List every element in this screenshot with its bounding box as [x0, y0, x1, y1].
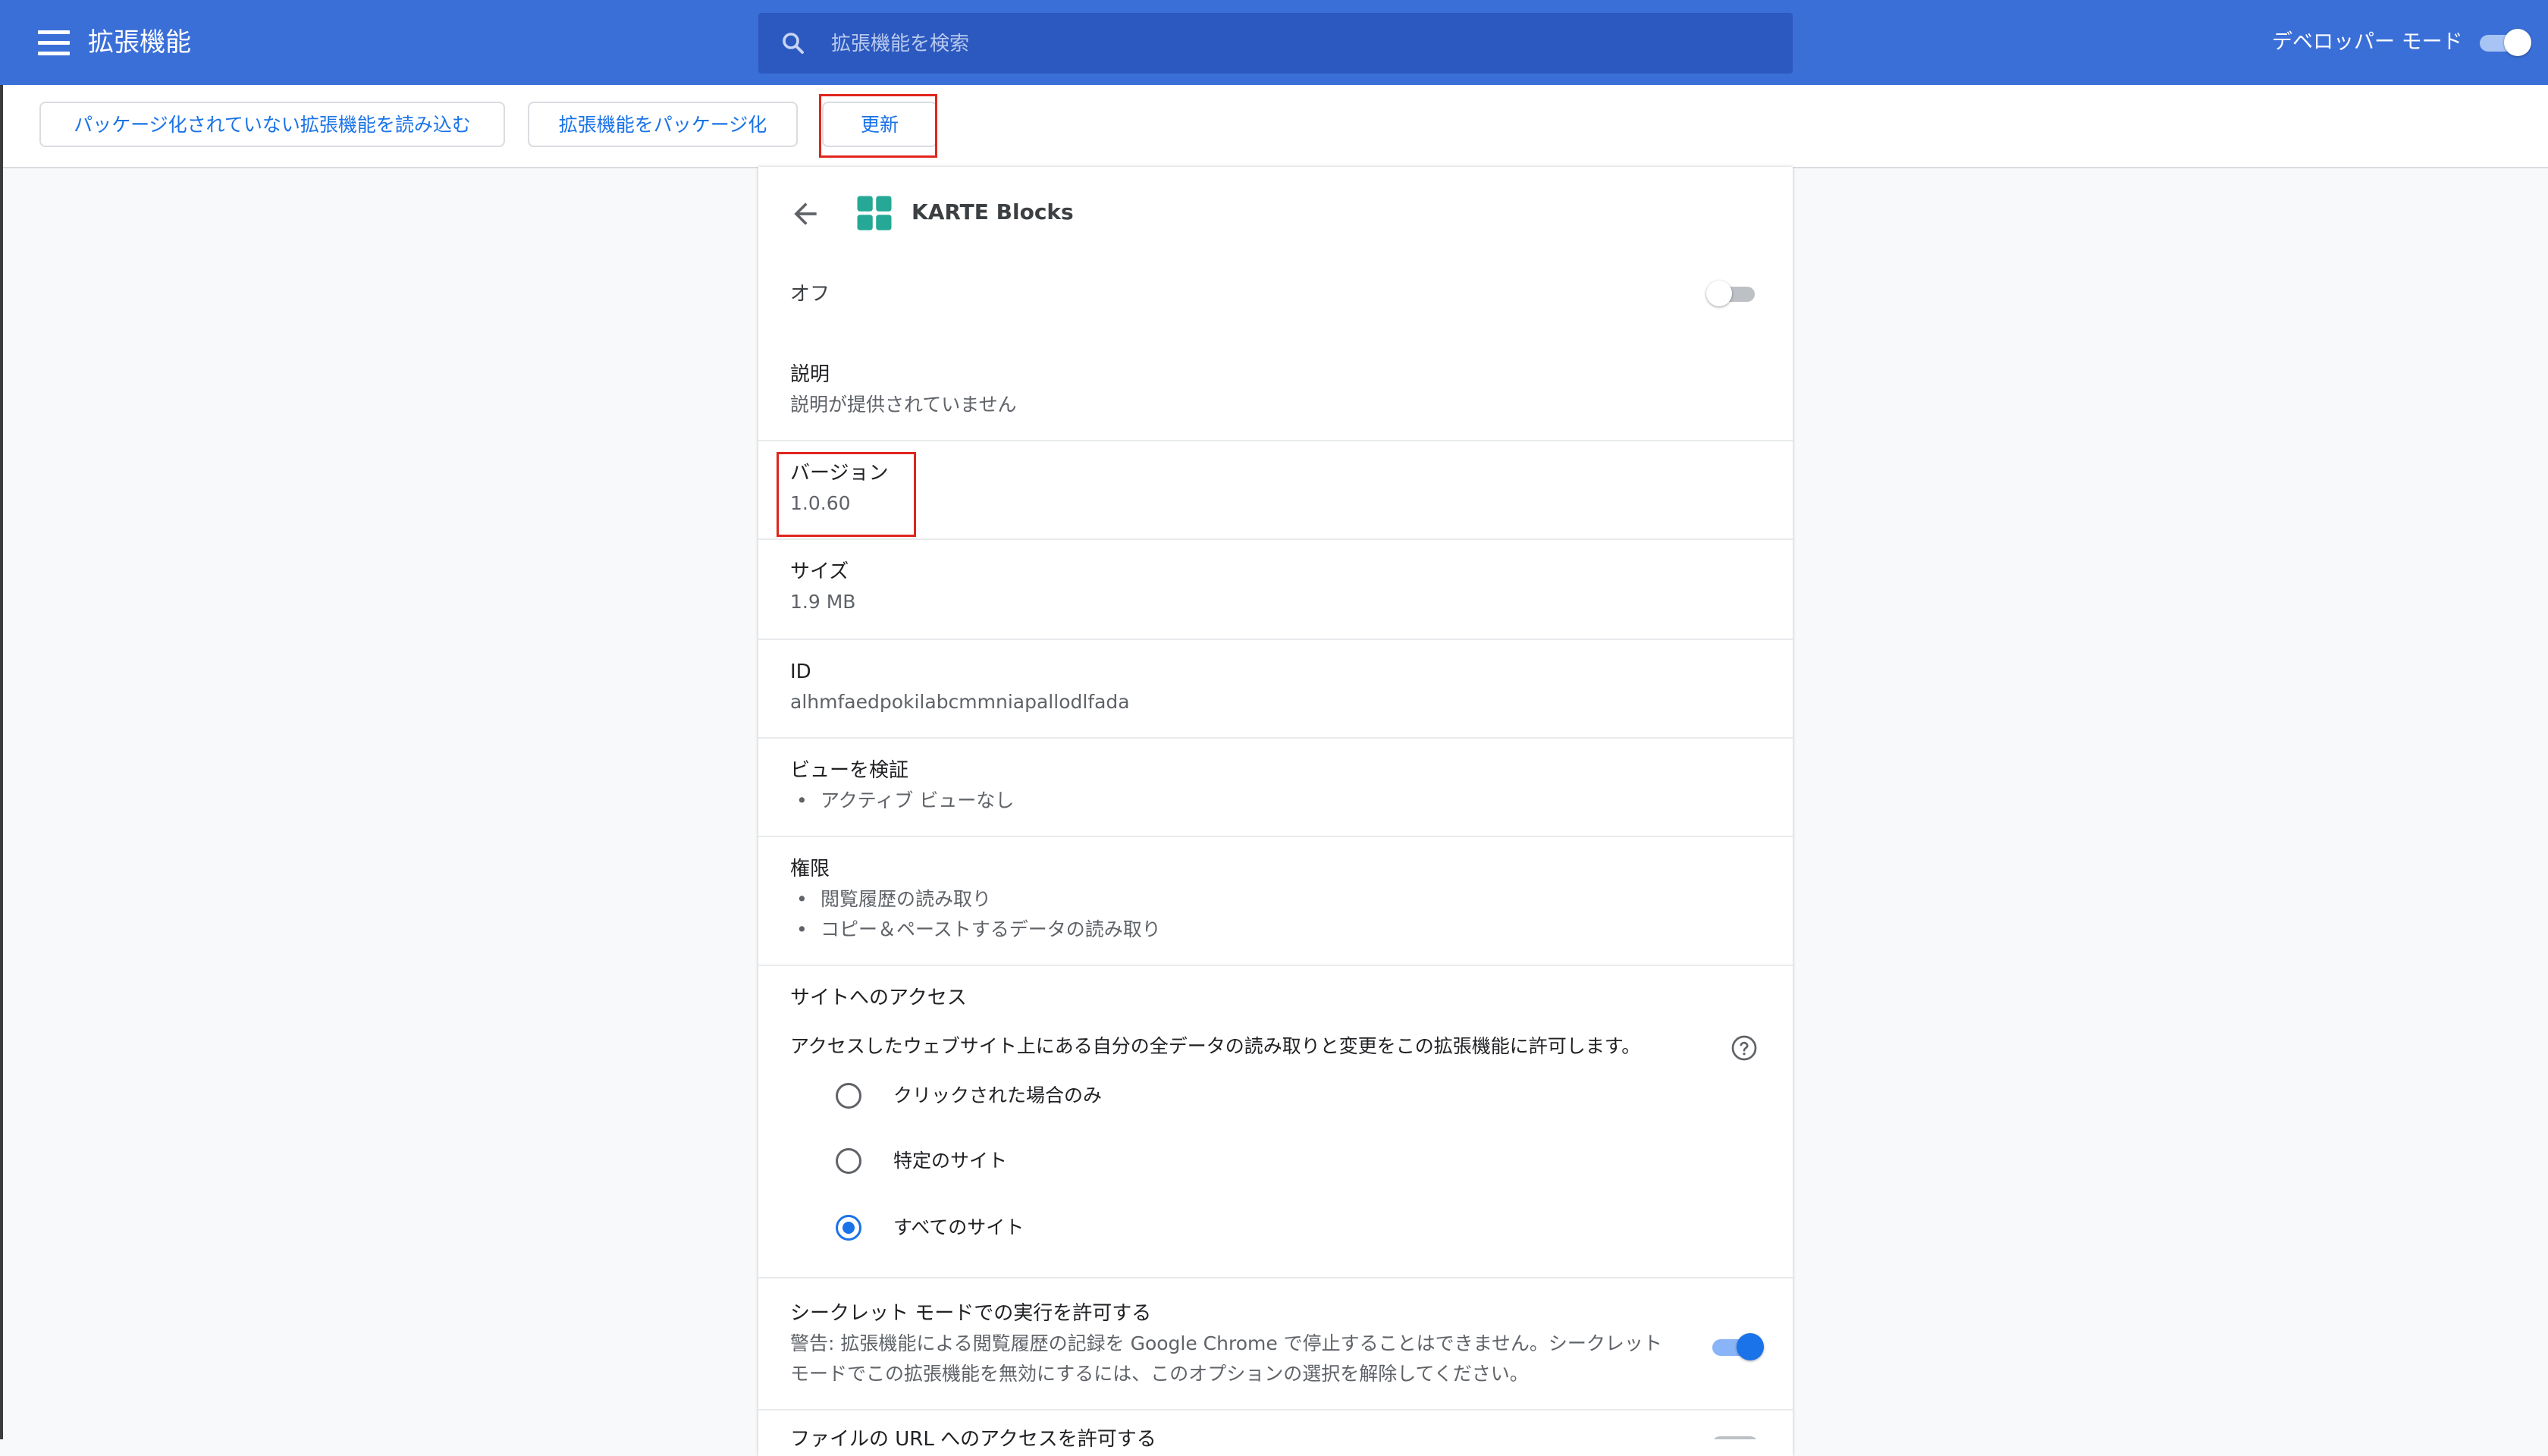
incognito-title: シークレット モードでの実行を許可する	[790, 1302, 1152, 1325]
load-unpacked-button[interactable]: パッケージ化されていない拡張機能を読み込む	[39, 102, 505, 147]
extension-enable-toggle[interactable]	[1706, 281, 1756, 306]
id-title: ID	[790, 661, 811, 683]
help-icon[interactable]	[1731, 1034, 1758, 1062]
toolbar: パッケージ化されていない拡張機能を読み込む 拡張機能をパッケージ化 更新	[3, 85, 2548, 168]
incognito-allow-toggle[interactable]	[1712, 1333, 1764, 1360]
back-arrow-icon[interactable]	[789, 197, 822, 231]
version-value: 1.0.60	[790, 492, 851, 514]
site-access-radio-specific-sites[interactable]	[836, 1148, 861, 1174]
inspect-views-title: ビューを検証	[790, 759, 909, 782]
divider	[758, 538, 1793, 540]
extension-name: KARTE Blocks	[912, 199, 1074, 224]
site-access-option-label: 特定のサイト	[893, 1150, 1008, 1172]
site-access-option-label: すべてのサイト	[893, 1216, 1025, 1238]
extension-detail-card: KARTE Blocks オフ 説明 説明が提供されていません バージョン 1.…	[758, 167, 1793, 1456]
pack-extension-button[interactable]: 拡張機能をパッケージ化	[528, 102, 798, 147]
divider	[758, 836, 1793, 837]
divider	[758, 1277, 1793, 1279]
divider	[758, 440, 1793, 441]
site-access-description: アクセスしたウェブサイト上にある自分の全データの読み取りと変更をこの拡張機能に許…	[790, 1035, 1641, 1057]
permission-item: コピー＆ペーストするデータの読み取り	[796, 915, 1161, 945]
divider	[758, 639, 1793, 640]
search-icon	[783, 33, 804, 54]
search-box[interactable]	[758, 13, 1793, 75]
search-input[interactable]	[830, 13, 1773, 75]
incognito-warning: モードでこの拡張機能を無効にするには、このオプションの選択を解除してください。	[790, 1363, 1529, 1385]
description-value: 説明が提供されていません	[790, 394, 1017, 416]
file-urls-title: ファイルの URL へのアクセスを許可する	[790, 1428, 1156, 1451]
permission-item: 閲覧履歴の読み取り	[796, 884, 991, 915]
site-access-option-label: クリックされた場合のみ	[893, 1084, 1103, 1106]
size-value: 1.9 MB	[790, 591, 856, 613]
site-access-radio-all-sites[interactable]	[836, 1215, 861, 1241]
developer-mode-toggle[interactable]	[2480, 29, 2531, 56]
developer-mode-label: デベロッパー モード	[2272, 30, 2463, 54]
divider	[758, 737, 1793, 739]
site-access-title: サイトへのアクセス	[790, 987, 967, 1009]
window-frame-edge	[0, 0, 3, 1439]
file-urls-allow-toggle[interactable]	[1709, 1430, 1759, 1439]
page-title: 拡張機能	[88, 27, 191, 58]
version-title: バージョン	[790, 462, 889, 485]
enable-status-label: オフ	[790, 283, 830, 306]
size-title: サイズ	[790, 560, 849, 583]
hamburger-menu-icon[interactable]	[38, 30, 70, 56]
site-access-radio-on-click[interactable]	[836, 1083, 861, 1109]
update-button[interactable]: 更新	[822, 102, 937, 147]
divider	[758, 1409, 1793, 1410]
description-title: 説明	[790, 363, 830, 386]
inspect-views-item: アクティブ ビューなし	[796, 786, 1014, 816]
karte-blocks-logo-icon	[857, 196, 892, 231]
permissions-title: 権限	[790, 858, 830, 880]
incognito-warning: 警告: 拡張機能による閲覧履歴の記録を Google Chrome で停止するこ…	[790, 1332, 1662, 1354]
divider	[758, 965, 1793, 966]
header-bar: 拡張機能 デベロッパー モード	[0, 0, 2548, 85]
id-value: alhmfaedpokilabcmmniapallodlfada	[790, 691, 1130, 713]
